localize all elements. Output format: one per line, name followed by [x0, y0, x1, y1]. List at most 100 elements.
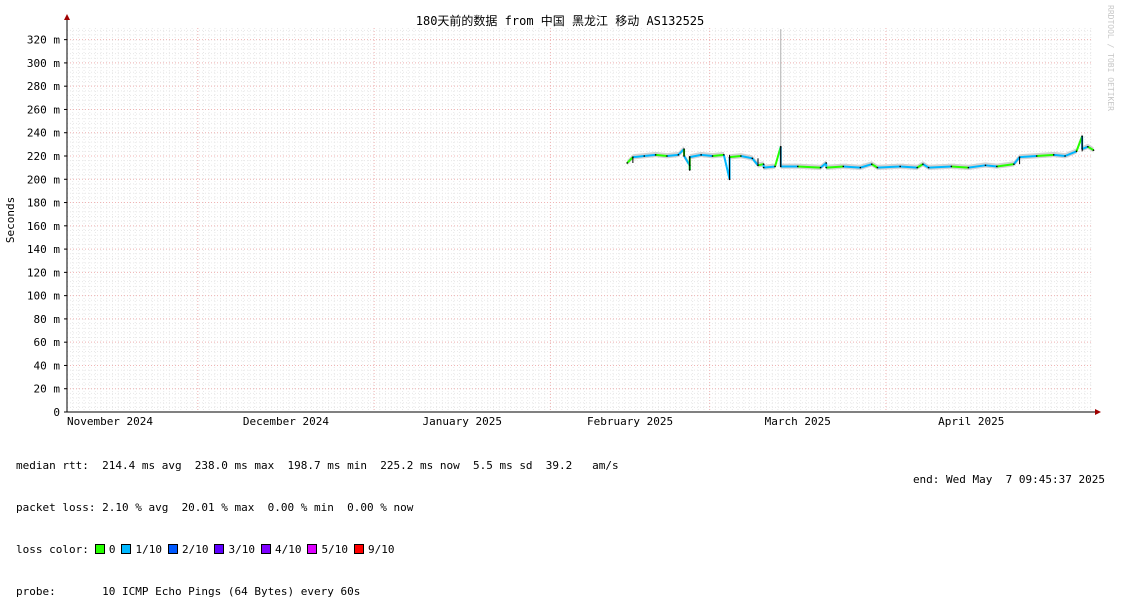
series-segment [843, 165, 861, 169]
stats-legend: median rtt: 214.4 ms avg 238.0 ms max 19… [16, 431, 619, 613]
data-point [688, 156, 691, 158]
y-tick-label: 300 m [27, 57, 60, 70]
x-tick-label: March 2025 [765, 415, 831, 428]
loss-color-label-text: 9/10 [367, 543, 395, 556]
median-rtt-stats: median rtt: 214.4 ms avg 238.0 ms max 19… [16, 459, 619, 472]
x-tick-label: February 2025 [587, 415, 673, 428]
loss-color-legend: loss color: 0 1/10 2/10 3/10 4/10 5/10 9/10 [16, 543, 619, 557]
x-axis-ticks: November 2024 December 2024 January 2025 Fe… [67, 415, 1004, 428]
rrdtool-watermark: RRDTOOL / TOBI OETIKER [1106, 5, 1115, 111]
data-point [728, 156, 731, 158]
loss-color-swatch [353, 544, 364, 554]
loss-color-label-text: 0 [108, 543, 116, 556]
loss-color-label-text: 2/10 [181, 543, 209, 556]
end-timestamp: end: Wed May 7 09:45:37 2025 [912, 473, 1105, 486]
data-point [1081, 148, 1083, 150]
y-tick-label: 200 m [27, 173, 60, 186]
y-tick-label: 40 m [34, 359, 61, 372]
data-point [1052, 154, 1055, 156]
y-axis-ticks: 0 20 m 40 m 60 m 80 m 100 m 120 m 140 m 160 m 180… [27, 34, 67, 419]
data-point [740, 155, 742, 157]
data-point [927, 166, 930, 169]
data-point [996, 165, 998, 168]
loss-color-swatch [260, 544, 271, 554]
data-point [728, 178, 731, 181]
loss-color-swatch [307, 544, 318, 554]
y-tick-label: 100 m [27, 290, 60, 303]
series-segment [1036, 153, 1054, 157]
data-point [859, 166, 862, 169]
data-point [762, 163, 765, 165]
series-segment [1053, 153, 1066, 157]
x-tick-label: January 2025 [423, 415, 502, 428]
series-segment [985, 164, 997, 168]
data-point [654, 154, 657, 156]
series-segment [666, 153, 679, 157]
loss-color-label-text: 5/10 [321, 543, 348, 556]
data-point [1035, 155, 1038, 157]
loss-color-label-text: 1/10 [135, 543, 162, 556]
latency-chart: 180天前的数据 from 中国 黑龙江 移动 AS132525 RRDTOOL… [4, 5, 1115, 428]
data-point [1087, 145, 1089, 148]
chart-title: 180天前的数据 from 中国 黑龙江 移动 AS132525 [416, 13, 705, 28]
data-point [916, 166, 919, 169]
data-point [700, 154, 702, 156]
series-segment [729, 155, 742, 159]
series-segment [900, 165, 918, 169]
series-segment [951, 165, 969, 169]
loss-color-swatch [167, 544, 178, 554]
series-segment [701, 153, 713, 157]
data-point [779, 165, 782, 168]
data-point [950, 165, 953, 168]
y-tick-label: 80 m [34, 313, 61, 326]
y-tick-label: 260 m [27, 103, 60, 116]
minor-grid [66, 28, 1093, 413]
data-point [899, 165, 901, 168]
loss-color-item: 1/10 [115, 543, 162, 557]
data-point [632, 156, 634, 158]
series-segment [1019, 155, 1037, 159]
data-point [1075, 150, 1078, 153]
data-point [688, 164, 691, 167]
data-point [870, 163, 873, 165]
series-segment [712, 153, 724, 157]
data-point [762, 166, 765, 169]
data-point [683, 155, 685, 157]
data-point [757, 164, 759, 167]
loss-color-item: 2/10 [162, 543, 209, 557]
data-point [688, 169, 691, 171]
data-point [1018, 156, 1021, 158]
y-tick-label: 160 m [27, 220, 60, 233]
loss-color-label: loss color: [16, 543, 89, 556]
loss-color-item: 9/10 [348, 543, 395, 557]
data-point [683, 148, 685, 150]
y-tick-label: 180 m [27, 197, 60, 210]
data-point [876, 166, 879, 169]
y-tick-label: 240 m [27, 127, 60, 140]
data-point [711, 155, 714, 157]
data-point [751, 157, 754, 160]
loss-color-item: 5/10 [301, 543, 348, 557]
y-tick-label: 60 m [34, 336, 61, 349]
data-point [922, 163, 924, 165]
x-tick-label: November 2024 [67, 415, 153, 428]
y-tick-label: 0 [53, 406, 60, 419]
y-tick-label: 220 m [27, 150, 60, 163]
series-segment [655, 153, 668, 157]
data-point [842, 165, 845, 168]
y-tick-label: 20 m [34, 383, 61, 396]
data-point [626, 162, 628, 164]
data-point [779, 145, 782, 148]
y-tick-label: 120 m [27, 266, 60, 279]
loss-color-label-text: 4/10 [274, 543, 302, 556]
loss-color-swatch [94, 544, 105, 554]
axes [64, 14, 1101, 415]
data-point [967, 166, 970, 169]
data-point [1081, 135, 1083, 138]
y-tick-label: 280 m [27, 80, 60, 93]
loss-color-label-text: 3/10 [228, 543, 255, 556]
x-tick-label: December 2024 [243, 415, 329, 428]
data-point [825, 162, 828, 164]
loss-color-list: 0 1/10 2/10 3/10 4/10 5/10 9/10 [89, 543, 395, 557]
series-segment [928, 165, 952, 169]
